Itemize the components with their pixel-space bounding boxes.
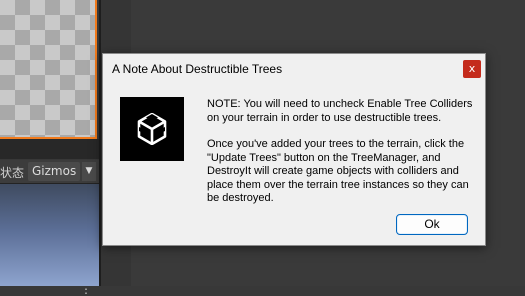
- status-label: 状态: [0, 166, 25, 180]
- game-view[interactable]: [0, 184, 99, 286]
- scene-footer: ⋮: [0, 139, 99, 295]
- close-button[interactable]: x: [463, 60, 481, 78]
- dialog-titlebar[interactable]: A Note About Destructible Trees x: [103, 54, 485, 84]
- gizmos-button[interactable]: Gizmos: [28, 162, 81, 181]
- ok-button[interactable]: Ok: [396, 214, 468, 235]
- chevron-down-icon[interactable]: ▼: [82, 162, 96, 181]
- dialog-title: A Note About Destructible Trees: [112, 62, 283, 76]
- unity-logo-icon: [120, 97, 184, 161]
- message-paragraph-instructions: Once you've added your trees to the terr…: [207, 138, 469, 204]
- dialog-message: NOTE: You will need to uncheck Enable Tr…: [207, 98, 477, 219]
- scene-view[interactable]: [0, 0, 97, 139]
- game-view-toolbar: 状态 Gizmos ▼: [0, 160, 99, 184]
- message-paragraph-note: NOTE: You will need to uncheck Enable Tr…: [207, 98, 473, 124]
- message-dialog: A Note About Destructible Trees x NOTE: …: [102, 53, 486, 246]
